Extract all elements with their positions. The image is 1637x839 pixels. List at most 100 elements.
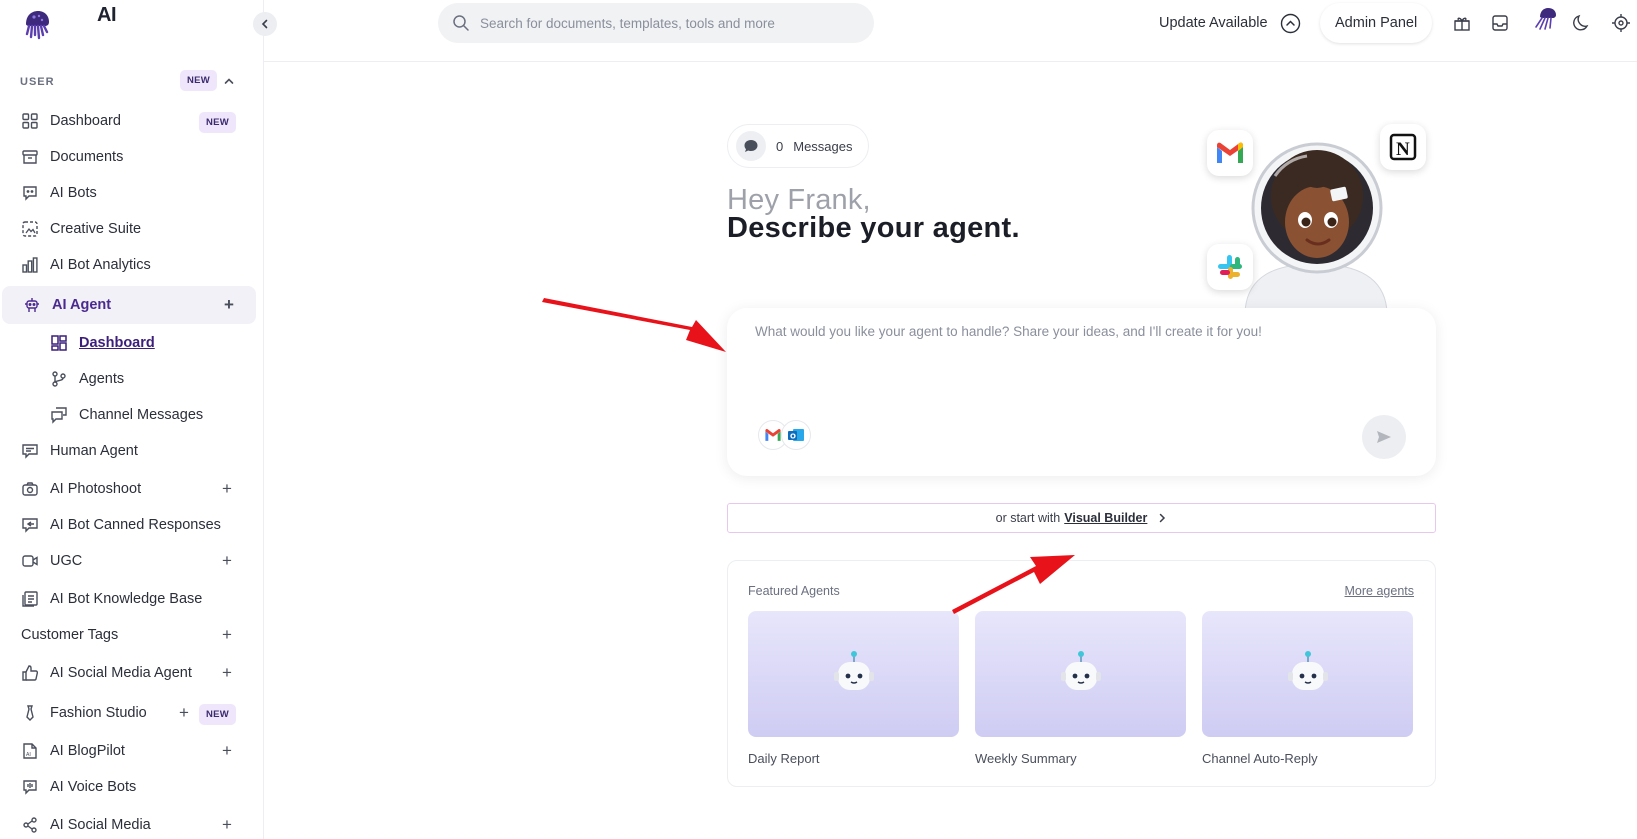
agent-card-channel-auto-reply[interactable] [1202, 611, 1413, 737]
sidebar-item-label: Fashion Studio [50, 705, 147, 721]
expand-plus-icon[interactable]: + [222, 664, 236, 682]
visual-builder-prefix: or start with [995, 511, 1061, 525]
collapse-sidebar-button[interactable] [253, 12, 277, 36]
sidebar-item-ai-bot-analytics[interactable]: AI Bot Analytics [0, 246, 256, 284]
search-box[interactable] [438, 3, 874, 43]
sidebar-item-blogpilot[interactable]: AI AI BlogPilot + [0, 732, 256, 770]
moon-icon[interactable] [1571, 12, 1593, 34]
expand-plus-icon[interactable]: + [222, 480, 236, 498]
expand-plus-icon[interactable]: + [222, 816, 236, 834]
sidebar-item-ai-agent[interactable]: AI Agent + [2, 286, 256, 324]
image-frame-icon [22, 221, 38, 237]
expand-plus-icon[interactable]: + [222, 742, 236, 760]
svg-text:O: O [790, 433, 796, 441]
voice-bot-icon [23, 780, 37, 795]
crosshair-settings-icon[interactable] [1610, 12, 1632, 34]
featured-agents-panel: Featured Agents More agents Daily Report… [727, 560, 1436, 787]
astronaut-hero-illustration: N [1195, 120, 1435, 308]
agent-card-weekly-summary[interactable] [975, 611, 1186, 737]
sidebar-item-label: Dashboard [79, 335, 155, 351]
sidebar-item-label: Dashboard [50, 113, 121, 129]
admin-panel-button[interactable]: Admin Panel [1320, 3, 1433, 43]
expand-plus-icon[interactable]: + [222, 552, 236, 570]
user-avatar[interactable] [1532, 5, 1558, 31]
messages-count: 0 [776, 138, 784, 154]
sidebar-item-creative-suite[interactable]: Creative Suite [0, 210, 256, 248]
messages-pill[interactable]: 0 Messages [727, 124, 870, 168]
messages-label: Messages [793, 138, 853, 154]
blog-doc-icon: AI [23, 743, 37, 759]
sidebar-item-label: AI Agent [52, 297, 112, 313]
share-icon [23, 817, 37, 833]
sidebar-item-customer-tags[interactable]: Customer Tags + [0, 616, 256, 654]
notion-icon: N [1380, 124, 1426, 170]
app-name: AI [97, 4, 117, 26]
featured-agents-title: Featured Agents [748, 584, 840, 598]
sidebar-item-label: Customer Tags [21, 627, 119, 643]
new-badge: NEW [180, 70, 218, 91]
branch-icon [52, 371, 66, 387]
sidebar-item-label: AI Voice Bots [50, 779, 137, 795]
agent-card-label: Channel Auto-Reply [1202, 751, 1318, 766]
archive-icon [22, 150, 38, 164]
sidebar-item-label: Creative Suite [50, 221, 142, 237]
more-agents-link[interactable]: More agents [1345, 584, 1414, 598]
svg-text:AI: AI [26, 752, 31, 758]
inbox-icon[interactable] [1489, 12, 1511, 34]
sidebar-item-label: Agents [79, 371, 125, 387]
messages-icon [51, 407, 67, 424]
sidebar-item-ugc[interactable]: UGC + [0, 542, 256, 580]
expand-plus-icon[interactable]: + [179, 704, 193, 722]
user-section-label: USER [20, 76, 55, 88]
tie-icon [26, 705, 34, 721]
sidebar-item-social-media-agent[interactable]: AI Social Media Agent + [0, 654, 256, 692]
sidebar: AI USER NEW Dashboard NEW Documents AI B… [0, 0, 264, 839]
outlook-attach-icon[interactable]: O [781, 420, 811, 450]
grid-icon [22, 113, 38, 129]
sidebar-item-label: AI Bot Canned Responses [50, 517, 221, 533]
robot-mascot-icon [1287, 651, 1328, 690]
visual-builder-link[interactable]: Visual Builder [1064, 511, 1147, 525]
top-bar: Update Available Admin Panel [264, 0, 1637, 62]
agent-prompt-input[interactable] [755, 324, 1415, 384]
expand-plus-icon[interactable]: + [222, 626, 236, 644]
sidebar-item-human-agent[interactable]: Human Agent [0, 432, 256, 470]
brand-logo-link[interactable] [20, 8, 52, 40]
update-available-label: Update Available [1159, 15, 1268, 31]
sidebar-item-dashboard[interactable]: Dashboard NEW [0, 102, 256, 140]
sidebar-subitem-dashboard[interactable]: Dashboard [0, 324, 256, 362]
visual-builder-bar[interactable]: or start with Visual Builder [727, 503, 1436, 533]
robot-mascot-icon [833, 651, 874, 690]
sidebar-item-social-media[interactable]: AI Social Media + [0, 806, 256, 839]
sidebar-item-fashion-studio[interactable]: Fashion Studio + NEW [0, 694, 256, 732]
chat-bubble-icon [736, 131, 766, 161]
thumbs-up-icon [22, 665, 39, 681]
sidebar-item-knowledge-base[interactable]: AI Bot Knowledge Base [0, 580, 256, 618]
slack-icon [1207, 244, 1253, 290]
update-available-button[interactable]: Update Available [1159, 11, 1301, 35]
sidebar-item-voice-bots[interactable]: AI Voice Bots [0, 768, 256, 806]
search-input[interactable] [480, 15, 860, 31]
sidebar-item-documents[interactable]: Documents [0, 138, 256, 176]
expand-plus-icon[interactable]: + [224, 296, 238, 314]
jellyfish-logo-icon [25, 11, 49, 40]
sidebar-item-ai-bots[interactable]: AI Bots [0, 174, 256, 212]
user-section-header[interactable]: USER NEW [20, 70, 246, 92]
app-root: AI USER NEW Dashboard NEW Documents AI B… [0, 0, 1637, 839]
agent-card-daily-report[interactable] [748, 611, 959, 737]
sidebar-item-label: Human Agent [50, 443, 138, 459]
sidebar-subitem-channel-messages[interactable]: Channel Messages [0, 396, 256, 434]
sidebar-item-canned-responses[interactable]: AI Bot Canned Responses [0, 506, 256, 544]
sidebar-item-label: AI Social Media [50, 817, 151, 833]
new-badge: NEW [199, 704, 237, 725]
agent-card-label: Daily Report [748, 751, 820, 766]
sidebar-item-label: UGC [50, 553, 83, 569]
message-square-icon [22, 444, 38, 459]
send-button[interactable] [1362, 415, 1406, 459]
reply-icon [22, 518, 38, 533]
sidebar-subitem-agents[interactable]: Agents [0, 360, 256, 398]
chevron-up-icon[interactable] [223, 75, 235, 87]
sidebar-item-ai-photoshoot[interactable]: AI Photoshoot + [0, 470, 256, 508]
gift-icon[interactable] [1451, 12, 1473, 34]
chat-bot-icon [23, 186, 37, 201]
